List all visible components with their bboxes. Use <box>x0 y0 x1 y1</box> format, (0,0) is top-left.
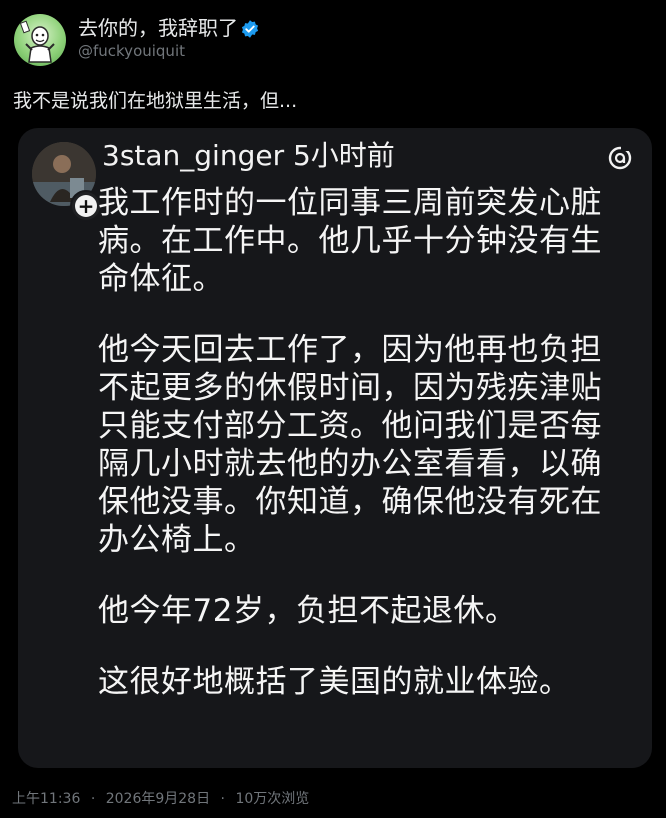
threads-logo-icon <box>606 144 634 172</box>
embedded-username[interactable]: 3stan_ginger 5小时前 <box>102 134 395 174</box>
post-paragraph: 我工作时的一位同事三周前突发心脏病。在工作中。他几乎十分钟没有生命体征。 <box>98 185 602 297</box>
separator-dot: · <box>220 791 225 807</box>
post-time[interactable]: 上午11:36 <box>12 791 80 807</box>
view-count[interactable]: 10万次浏览 <box>235 791 309 807</box>
author-handle[interactable]: @fuckyouiquit <box>78 42 185 60</box>
plus-icon: + <box>75 195 97 217</box>
post-paragraph: 这很好地概括了美国的就业体验。 <box>98 664 571 700</box>
cartoon-figure-icon <box>19 20 55 63</box>
embedded-post-card[interactable]: + 3stan_ginger 5小时前 我工作时的一位同事三周前突发心脏病。在工… <box>18 128 652 768</box>
author-avatar[interactable] <box>14 14 66 66</box>
post-paragraph: 他今年72岁，负担不起退休。 <box>98 593 517 629</box>
display-name[interactable]: 去你的，我辞职了 <box>78 12 238 41</box>
separator-dot: · <box>90 791 96 807</box>
author-name[interactable]: 去你的，我辞职了 <box>78 12 260 41</box>
post-date[interactable]: 2026年9月28日 <box>106 791 210 807</box>
tweet-text: 我不是说我们在地狱里生活，但... <box>13 90 298 112</box>
post-paragraph: 他今天回去工作了，因为他再也负担不起更多的休假时间，因为残疾津贴只能支付部分工资… <box>98 332 602 558</box>
tweet-meta: 上午11:36 · 2026年9月28日 · 10万次浏览 <box>12 788 309 808</box>
embedded-post-body: 我工作时的一位同事三周前突发心脏病。在工作中。他几乎十分钟没有生命体征。 他今天… <box>98 184 630 701</box>
verified-badge-icon <box>240 19 260 39</box>
